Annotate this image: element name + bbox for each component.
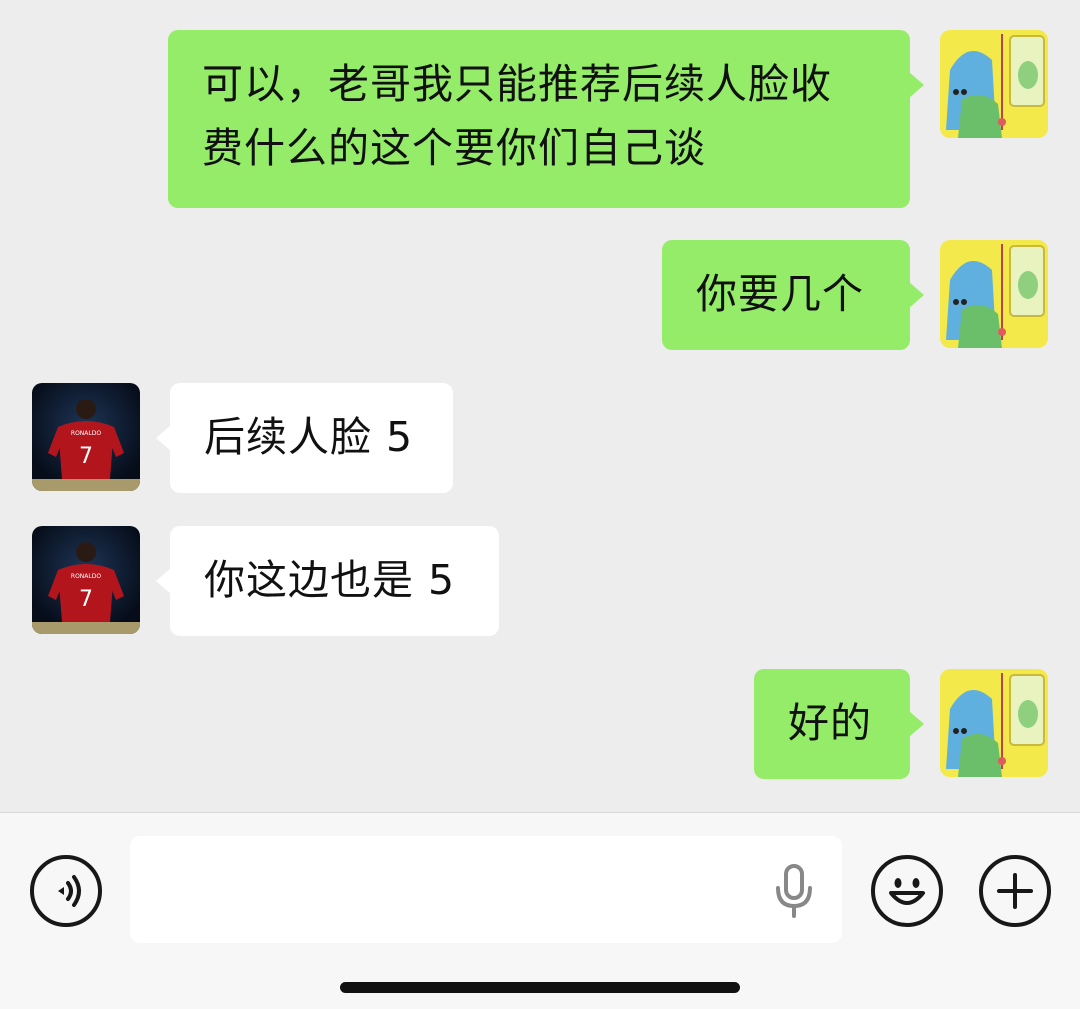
my-avatar[interactable] (940, 669, 1048, 777)
svg-text:RONALDO: RONALDO (71, 573, 101, 580)
message-input[interactable] (130, 836, 842, 943)
my-avatar[interactable] (940, 30, 1048, 138)
chat-area: 可以，老哥我只能推荐后续人脸收 费什么的这个要你们自己谈 你要几个 RONALD… (0, 0, 1080, 812)
message-text: 后续人脸 5 (204, 413, 414, 461)
home-indicator[interactable] (340, 982, 740, 993)
message-text: 你要几个 (696, 270, 864, 318)
input-bar (0, 812, 1080, 1009)
plus-icon (997, 873, 1033, 909)
voice-mode-icon (58, 875, 81, 907)
svg-text:7: 7 (79, 587, 93, 612)
contact-avatar[interactable]: RONALDO 7 (32, 526, 140, 634)
message-bubble-incoming[interactable]: 你这边也是 5 (156, 526, 499, 636)
message-bubble-incoming[interactable]: 后续人脸 5 (156, 383, 453, 493)
message-text: 费什么的这个要你们自己谈 (202, 124, 706, 172)
message-bubble-outgoing[interactable]: 你要几个 (662, 240, 924, 350)
contact-avatar[interactable]: RONALDO 7 (32, 383, 140, 491)
cartoon-ghost-avatar-icon (940, 30, 1048, 138)
cartoon-ghost-avatar-icon (940, 669, 1048, 777)
voice-mode-button[interactable] (30, 855, 102, 927)
microphone-icon[interactable] (774, 864, 814, 920)
svg-text:7: 7 (79, 444, 93, 469)
message-bubble-outgoing[interactable]: 好的 (754, 669, 924, 779)
message-bubble-outgoing[interactable]: 可以，老哥我只能推荐后续人脸收 费什么的这个要你们自己谈 (168, 30, 924, 208)
my-avatar[interactable] (940, 240, 1048, 348)
message-text: 可以，老哥我只能推荐后续人脸收 (202, 60, 832, 108)
svg-text:RONALDO: RONALDO (71, 430, 101, 437)
more-plus-button[interactable] (979, 855, 1051, 927)
message-text: 你这边也是 5 (204, 556, 456, 604)
soccer-player-avatar-icon: RONALDO 7 (32, 383, 140, 491)
cartoon-ghost-avatar-icon (940, 240, 1048, 348)
message-text: 好的 (788, 699, 872, 747)
soccer-player-avatar-icon: RONALDO 7 (32, 526, 140, 634)
emoji-icon (889, 878, 925, 905)
emoji-button[interactable] (871, 855, 943, 927)
